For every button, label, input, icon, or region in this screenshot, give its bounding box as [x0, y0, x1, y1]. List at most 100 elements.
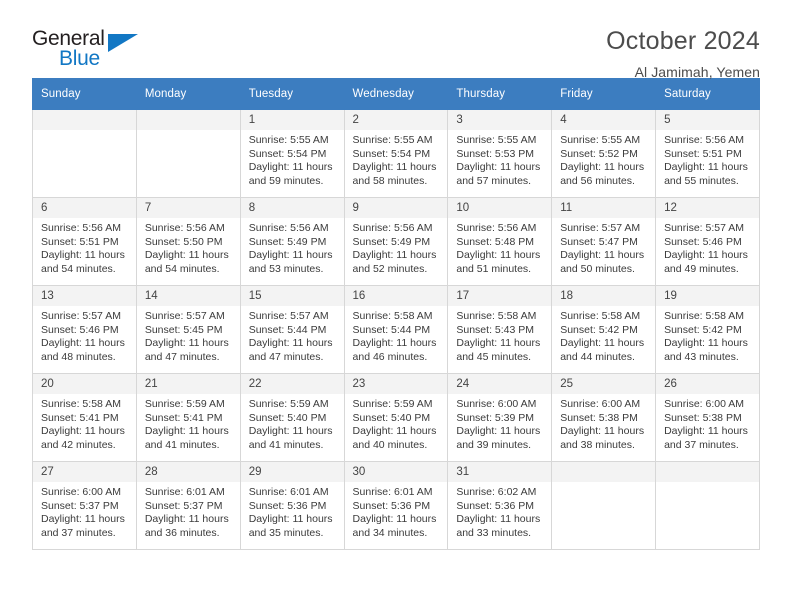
daylight-text: Daylight: 11 hours and 54 minutes.	[144, 249, 229, 275]
calendar-day-inner: 7 Sunrise: 5:56 AM Sunset: 5:50 PM Daylight…	[136, 198, 240, 285]
calendar-day-cell[interactable]: 1 Sunrise: 5:55 AM Sunset: 5:54 PM Daylight…	[239, 109, 345, 198]
calendar-day-cell[interactable]: 20 Sunrise: 5:58 AM Sunset: 5:41 PM Dayligh…	[32, 373, 137, 462]
calendar-day-cell[interactable]: 15 Sunrise: 5:57 AM Sunset: 5:44 PM Dayligh…	[239, 285, 345, 374]
day-details: Sunrise: 6:00 AM Sunset: 5:38 PM Daylight:…	[552, 394, 655, 452]
calendar-day-cell[interactable]: 8 Sunrise: 5:56 AM Sunset: 5:49 PM Daylight…	[239, 197, 345, 286]
calendar-day-cell[interactable]: 31 Sunrise: 6:02 AM Sunset: 5:36 PM Dayligh…	[447, 461, 553, 550]
daylight-text: Daylight: 11 hours and 52 minutes.	[352, 249, 437, 275]
day-number: 31	[448, 462, 552, 482]
calendar-day-cell[interactable]: 21 Sunrise: 5:59 AM Sunset: 5:41 PM Dayligh…	[135, 373, 241, 462]
calendar-day-cell[interactable]: 17 Sunrise: 5:58 AM Sunset: 5:43 PM Dayligh…	[447, 285, 553, 374]
daylight-text: Daylight: 11 hours and 43 minutes.	[664, 337, 748, 363]
day-details: Sunrise: 5:55 AM Sunset: 5:54 PM Daylight:…	[345, 130, 448, 188]
calendar-day-inner: 29 Sunrise: 6:01 AM Sunset: 5:36 PM Dayligh…	[240, 462, 344, 549]
calendar-week-row: 13 Sunrise: 5:57 AM Sunset: 5:46 PM Dayligh…	[32, 285, 760, 374]
day-details: Sunrise: 5:56 AM Sunset: 5:48 PM Daylight:…	[448, 218, 551, 276]
calendar-day-cell[interactable]: 9 Sunrise: 5:56 AM Sunset: 5:49 PM Daylight…	[343, 197, 449, 286]
calendar-day-inner: 22 Sunrise: 5:59 AM Sunset: 5:40 PM Dayligh…	[240, 374, 344, 461]
calendar-day-inner	[136, 110, 240, 197]
daylight-text: Daylight: 11 hours and 46 minutes.	[352, 337, 437, 363]
calendar-day-cell[interactable]: 23 Sunrise: 5:59 AM Sunset: 5:40 PM Dayligh…	[343, 373, 449, 462]
day-details: Sunrise: 5:55 AM Sunset: 5:54 PM Daylight:…	[241, 130, 344, 188]
sunrise-text: Sunrise: 6:00 AM	[456, 398, 537, 410]
calendar-day-cell[interactable]: 29 Sunrise: 6:01 AM Sunset: 5:36 PM Dayligh…	[239, 461, 345, 550]
calendar-day-cell[interactable]: 13 Sunrise: 5:57 AM Sunset: 5:46 PM Dayligh…	[32, 285, 137, 374]
weekday-header-sunday: Sunday	[32, 78, 137, 110]
calendar-day-cell[interactable]: 7 Sunrise: 5:56 AM Sunset: 5:50 PM Daylight…	[135, 197, 241, 286]
sunrise-text: Sunrise: 6:01 AM	[248, 486, 329, 498]
calendar-day-cell[interactable]: 10 Sunrise: 5:56 AM Sunset: 5:48 PM Dayligh…	[447, 197, 553, 286]
calendar-day-cell-empty	[135, 109, 241, 198]
daylight-text: Daylight: 11 hours and 39 minutes.	[456, 425, 541, 451]
sunset-text: Sunset: 5:45 PM	[144, 323, 223, 336]
general-blue-logo[interactable]: General Blue	[32, 26, 152, 76]
day-number: 12	[656, 198, 759, 218]
calendar-day-cell[interactable]: 25 Sunrise: 6:00 AM Sunset: 5:38 PM Dayligh…	[551, 373, 657, 462]
day-details: Sunrise: 5:57 AM Sunset: 5:47 PM Daylight:…	[552, 218, 655, 276]
sunrise-text: Sunrise: 5:59 AM	[352, 398, 433, 410]
calendar-day-cell[interactable]: 22 Sunrise: 5:59 AM Sunset: 5:40 PM Dayligh…	[239, 373, 345, 462]
calendar-day-cell[interactable]: 27 Sunrise: 6:00 AM Sunset: 5:37 PM Dayligh…	[32, 461, 137, 550]
daylight-text: Daylight: 11 hours and 56 minutes.	[560, 161, 645, 187]
daylight-text: Daylight: 11 hours and 42 minutes.	[41, 425, 125, 451]
sunrise-text: Sunrise: 6:01 AM	[352, 486, 433, 498]
calendar-day-cell[interactable]: 5 Sunrise: 5:56 AM Sunset: 5:51 PM Daylight…	[655, 109, 760, 198]
weekday-header-row: Sunday Monday Tuesday Wednesday Thursday…	[32, 78, 760, 110]
calendar-day-cell[interactable]: 2 Sunrise: 5:55 AM Sunset: 5:54 PM Daylight…	[343, 109, 449, 198]
day-number	[656, 462, 759, 482]
calendar-day-cell[interactable]: 6 Sunrise: 5:56 AM Sunset: 5:51 PM Daylight…	[32, 197, 137, 286]
sunrise-text: Sunrise: 5:57 AM	[560, 222, 641, 234]
sunrise-text: Sunrise: 5:55 AM	[352, 134, 433, 146]
page-subtitle: Al Jamimah, Yemen	[634, 64, 760, 80]
calendar-day-inner: 31 Sunrise: 6:02 AM Sunset: 5:36 PM Dayligh…	[448, 462, 552, 549]
calendar-week-row: 20 Sunrise: 5:58 AM Sunset: 5:41 PM Dayligh…	[32, 373, 760, 462]
day-details: Sunrise: 6:02 AM Sunset: 5:36 PM Daylight:…	[448, 482, 551, 540]
calendar-day-cell[interactable]: 18 Sunrise: 5:58 AM Sunset: 5:42 PM Dayligh…	[551, 285, 657, 374]
day-details: Sunrise: 5:58 AM Sunset: 5:43 PM Daylight:…	[448, 306, 551, 364]
day-number: 17	[448, 286, 552, 306]
calendar-day-cell[interactable]: 16 Sunrise: 5:58 AM Sunset: 5:44 PM Dayligh…	[343, 285, 449, 374]
day-details: Sunrise: 5:56 AM Sunset: 5:51 PM Daylight:…	[656, 130, 759, 188]
daylight-text: Daylight: 11 hours and 35 minutes.	[248, 513, 333, 539]
calendar-day-cell[interactable]: 11 Sunrise: 5:57 AM Sunset: 5:47 PM Dayligh…	[551, 197, 657, 286]
calendar-day-cell[interactable]: 28 Sunrise: 6:01 AM Sunset: 5:37 PM Dayligh…	[135, 461, 241, 550]
calendar-day-cell[interactable]: 3 Sunrise: 5:55 AM Sunset: 5:53 PM Daylight…	[447, 109, 553, 198]
sunrise-sunset-calendar: Sunday Monday Tuesday Wednesday Thursday…	[32, 78, 760, 550]
calendar-day-cell[interactable]: 14 Sunrise: 5:57 AM Sunset: 5:45 PM Dayligh…	[135, 285, 241, 374]
calendar-day-cell[interactable]: 4 Sunrise: 5:55 AM Sunset: 5:52 PM Daylight…	[551, 109, 657, 198]
daylight-text: Daylight: 11 hours and 37 minutes.	[664, 425, 748, 451]
day-details: Sunrise: 5:56 AM Sunset: 5:51 PM Daylight:…	[33, 218, 136, 276]
calendar-day-inner: 13 Sunrise: 5:57 AM Sunset: 5:46 PM Dayligh…	[33, 286, 136, 373]
calendar-day-inner: 9 Sunrise: 5:56 AM Sunset: 5:49 PM Daylight…	[344, 198, 448, 285]
calendar-day-cell[interactable]: 12 Sunrise: 5:57 AM Sunset: 5:46 PM Dayligh…	[655, 197, 760, 286]
calendar-day-cell[interactable]: 19 Sunrise: 5:58 AM Sunset: 5:42 PM Dayligh…	[655, 285, 760, 374]
sunset-text: Sunset: 5:44 PM	[248, 323, 327, 336]
calendar-day-inner: 27 Sunrise: 6:00 AM Sunset: 5:37 PM Dayligh…	[33, 462, 136, 549]
calendar-day-cell[interactable]: 26 Sunrise: 6:00 AM Sunset: 5:38 PM Dayligh…	[655, 373, 760, 462]
calendar-day-inner: 6 Sunrise: 5:56 AM Sunset: 5:51 PM Daylight…	[33, 198, 136, 285]
day-details: Sunrise: 5:57 AM Sunset: 5:46 PM Daylight:…	[656, 218, 759, 276]
sunrise-text: Sunrise: 5:56 AM	[456, 222, 537, 234]
calendar-day-cell[interactable]: 24 Sunrise: 6:00 AM Sunset: 5:39 PM Dayligh…	[447, 373, 553, 462]
calendar-day-inner	[33, 110, 136, 197]
sunset-text: Sunset: 5:42 PM	[664, 323, 742, 336]
day-details: Sunrise: 6:01 AM Sunset: 5:36 PM Daylight:…	[241, 482, 344, 540]
calendar-day-inner: 20 Sunrise: 5:58 AM Sunset: 5:41 PM Dayligh…	[33, 374, 136, 461]
calendar-day-inner: 26 Sunrise: 6:00 AM Sunset: 5:38 PM Dayligh…	[656, 374, 759, 461]
sunset-text: Sunset: 5:47 PM	[560, 235, 638, 248]
daylight-text: Daylight: 11 hours and 59 minutes.	[248, 161, 333, 187]
day-details: Sunrise: 5:55 AM Sunset: 5:53 PM Daylight:…	[448, 130, 551, 188]
day-details: Sunrise: 5:59 AM Sunset: 5:40 PM Daylight:…	[241, 394, 344, 452]
sunrise-text: Sunrise: 5:58 AM	[456, 310, 537, 322]
calendar-day-inner: 14 Sunrise: 5:57 AM Sunset: 5:45 PM Dayligh…	[136, 286, 240, 373]
sunrise-text: Sunrise: 5:58 AM	[560, 310, 641, 322]
day-number: 20	[33, 374, 136, 394]
daylight-text: Daylight: 11 hours and 37 minutes.	[41, 513, 125, 539]
day-number: 19	[656, 286, 759, 306]
day-details: Sunrise: 5:55 AM Sunset: 5:52 PM Daylight:…	[552, 130, 655, 188]
daylight-text: Daylight: 11 hours and 53 minutes.	[248, 249, 333, 275]
logo-text-blue: Blue	[59, 47, 100, 70]
sunrise-text: Sunrise: 5:58 AM	[41, 398, 121, 410]
day-details: Sunrise: 5:56 AM Sunset: 5:49 PM Daylight:…	[241, 218, 344, 276]
calendar-day-cell[interactable]: 30 Sunrise: 6:01 AM Sunset: 5:36 PM Dayligh…	[343, 461, 449, 550]
